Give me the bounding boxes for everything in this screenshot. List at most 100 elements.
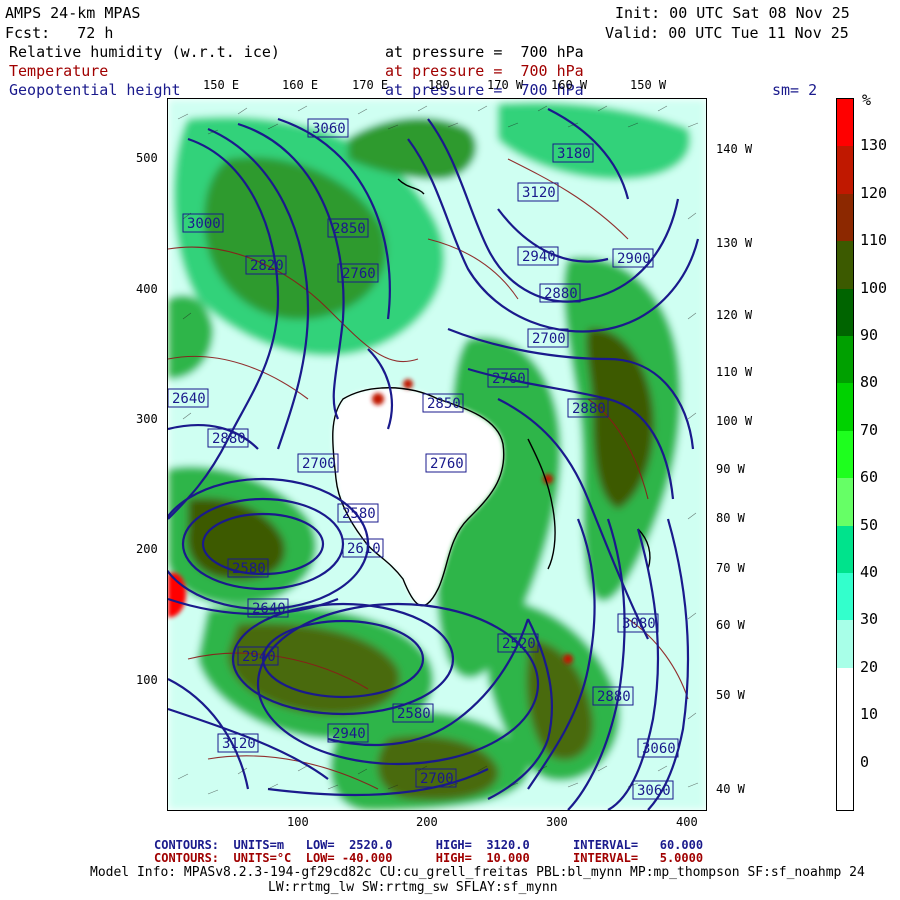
svg-text:2640: 2640 [252,601,286,617]
height-label: 2700 [415,768,457,788]
colorbar-segment [837,383,853,432]
svg-text:2700: 2700 [532,331,566,347]
colorbar-segment [837,241,853,290]
height-label: 2640 [168,388,209,408]
lon-top-label: 150 E [203,78,240,92]
svg-text:3120: 3120 [522,185,556,201]
lon-right-label: 50 W [716,688,745,702]
model-info-line2: LW:rrtmg_lw SW:rrtmg_sw SFLAY:sf_mynn [268,880,558,895]
colorbar-label: 100 [860,278,888,297]
colorbar-label: 70 [860,420,879,439]
svg-text:3180: 3180 [557,146,591,162]
height-label: 2520 [497,633,539,653]
x-tick-label: 200 [416,815,438,829]
lon-right-label: 100 W [716,414,753,428]
height-label: 3120 [517,182,559,202]
colorbar-label: 80 [860,373,879,392]
lon-right-label: 110 W [716,365,753,379]
svg-text:3060: 3060 [312,121,346,137]
lon-top-label: 170 E [352,78,389,92]
height-label: 2700 [297,453,339,473]
height-label: 2580 [337,503,379,523]
y-tick-label: 200 [136,542,158,556]
valid-time: Valid: 00 UTC Tue 11 Nov 25 [605,24,849,42]
height-label: 2940 [327,723,369,743]
map-svg: 3060 3000 2850 2820 2760 2940 2880 3120 … [168,99,706,810]
height-label: 2940 [517,246,559,266]
svg-text:2880: 2880 [572,401,606,417]
colorbar [836,98,854,811]
colorbar-label: 130 [860,136,888,155]
y-tick-label: 400 [136,282,158,296]
pressure-rh: at pressure = 700 hPa [385,43,584,61]
svg-text:2610: 2610 [347,541,381,557]
svg-text:2850: 2850 [332,221,366,237]
height-label: 2880 [207,428,249,448]
y-tick-label: 500 [136,151,158,165]
height-label: 3060 [637,738,679,758]
colorbar-unit: % [862,91,872,109]
svg-text:2900: 2900 [617,251,651,267]
height-label: 2940 [237,646,279,666]
height-label: 2640 [247,598,289,618]
colorbar-segment [837,146,853,195]
svg-text:3080: 3080 [622,616,656,632]
lon-top-label: 170 W [487,78,524,92]
svg-text:2940: 2940 [332,726,366,742]
colorbar-segment [837,573,853,621]
svg-text:2880: 2880 [544,286,578,302]
lon-right-label: 70 W [716,561,745,575]
colorbar-label: 30 [860,610,879,629]
lon-top-label: 160 E [282,78,319,92]
lon-top-label: 150 W [630,78,667,92]
colorbar-segment [837,667,853,716]
colorbar-segment [837,99,853,147]
colorbar-segment [837,336,853,384]
field-temperature: Temperature [9,62,109,80]
height-contour-info: CONTOURS: UNITS=m LOW= 2520.0 HIGH= 3120… [154,838,704,852]
height-label: 2880 [567,398,609,418]
svg-text:2580: 2580 [232,561,266,577]
model-info: Model Info: MPASv8.2.3-194-gf29cd82c CU:… [90,865,865,880]
svg-text:2940: 2940 [522,249,556,265]
field-rh: Relative humidity (w.r.t. ice) [9,43,280,61]
svg-text:2760: 2760 [492,371,526,387]
height-label: 3000 [182,213,224,233]
model-title: AMPS 24-km MPAS [5,4,141,22]
colorbar-segment [837,620,853,669]
height-label: 2610 [342,538,384,558]
lon-right-label: 120 W [716,308,753,322]
x-tick-label: 100 [287,815,309,829]
field-height: Geopotential height [9,81,181,99]
map-plot: 3060 3000 2850 2820 2760 2940 2880 3120 … [167,98,707,811]
colorbar-label: 0 [860,752,870,771]
height-label: 2580 [227,558,269,578]
height-label: 2760 [425,453,467,473]
svg-text:3060: 3060 [637,783,671,799]
svg-text:2880: 2880 [597,689,631,705]
height-label: 3180 [552,143,594,163]
lon-right-label: 60 W [716,618,745,632]
lon-right-label: 130 W [716,236,753,250]
svg-text:2520: 2520 [502,636,536,652]
colorbar-label: 10 [860,705,879,724]
colorbar-label: 20 [860,657,879,676]
lon-top-label: 160 W [551,78,588,92]
svg-text:3060: 3060 [642,741,676,757]
height-label: 2880 [539,283,581,303]
height-label: 2850 [422,393,464,413]
init-time: Init: 00 UTC Sat 08 Nov 25 [615,4,850,22]
height-label: 3060 [307,118,349,138]
temp-contour-info: CONTOURS: UNITS=°C LOW= -40.000 HIGH= 10… [154,851,704,865]
lon-right-label: 140 W [716,142,753,156]
colorbar-label: 40 [860,563,879,581]
colorbar-segment [837,478,853,527]
height-label: 2820 [245,255,287,275]
svg-text:2580: 2580 [397,706,431,722]
svg-text:2700: 2700 [302,456,336,472]
colorbar-label: 110 [860,231,888,250]
svg-text:2580: 2580 [342,506,376,522]
colorbar-label: 50 [860,515,879,534]
x-tick-label: 300 [546,815,568,829]
colorbar-segment [837,193,853,242]
